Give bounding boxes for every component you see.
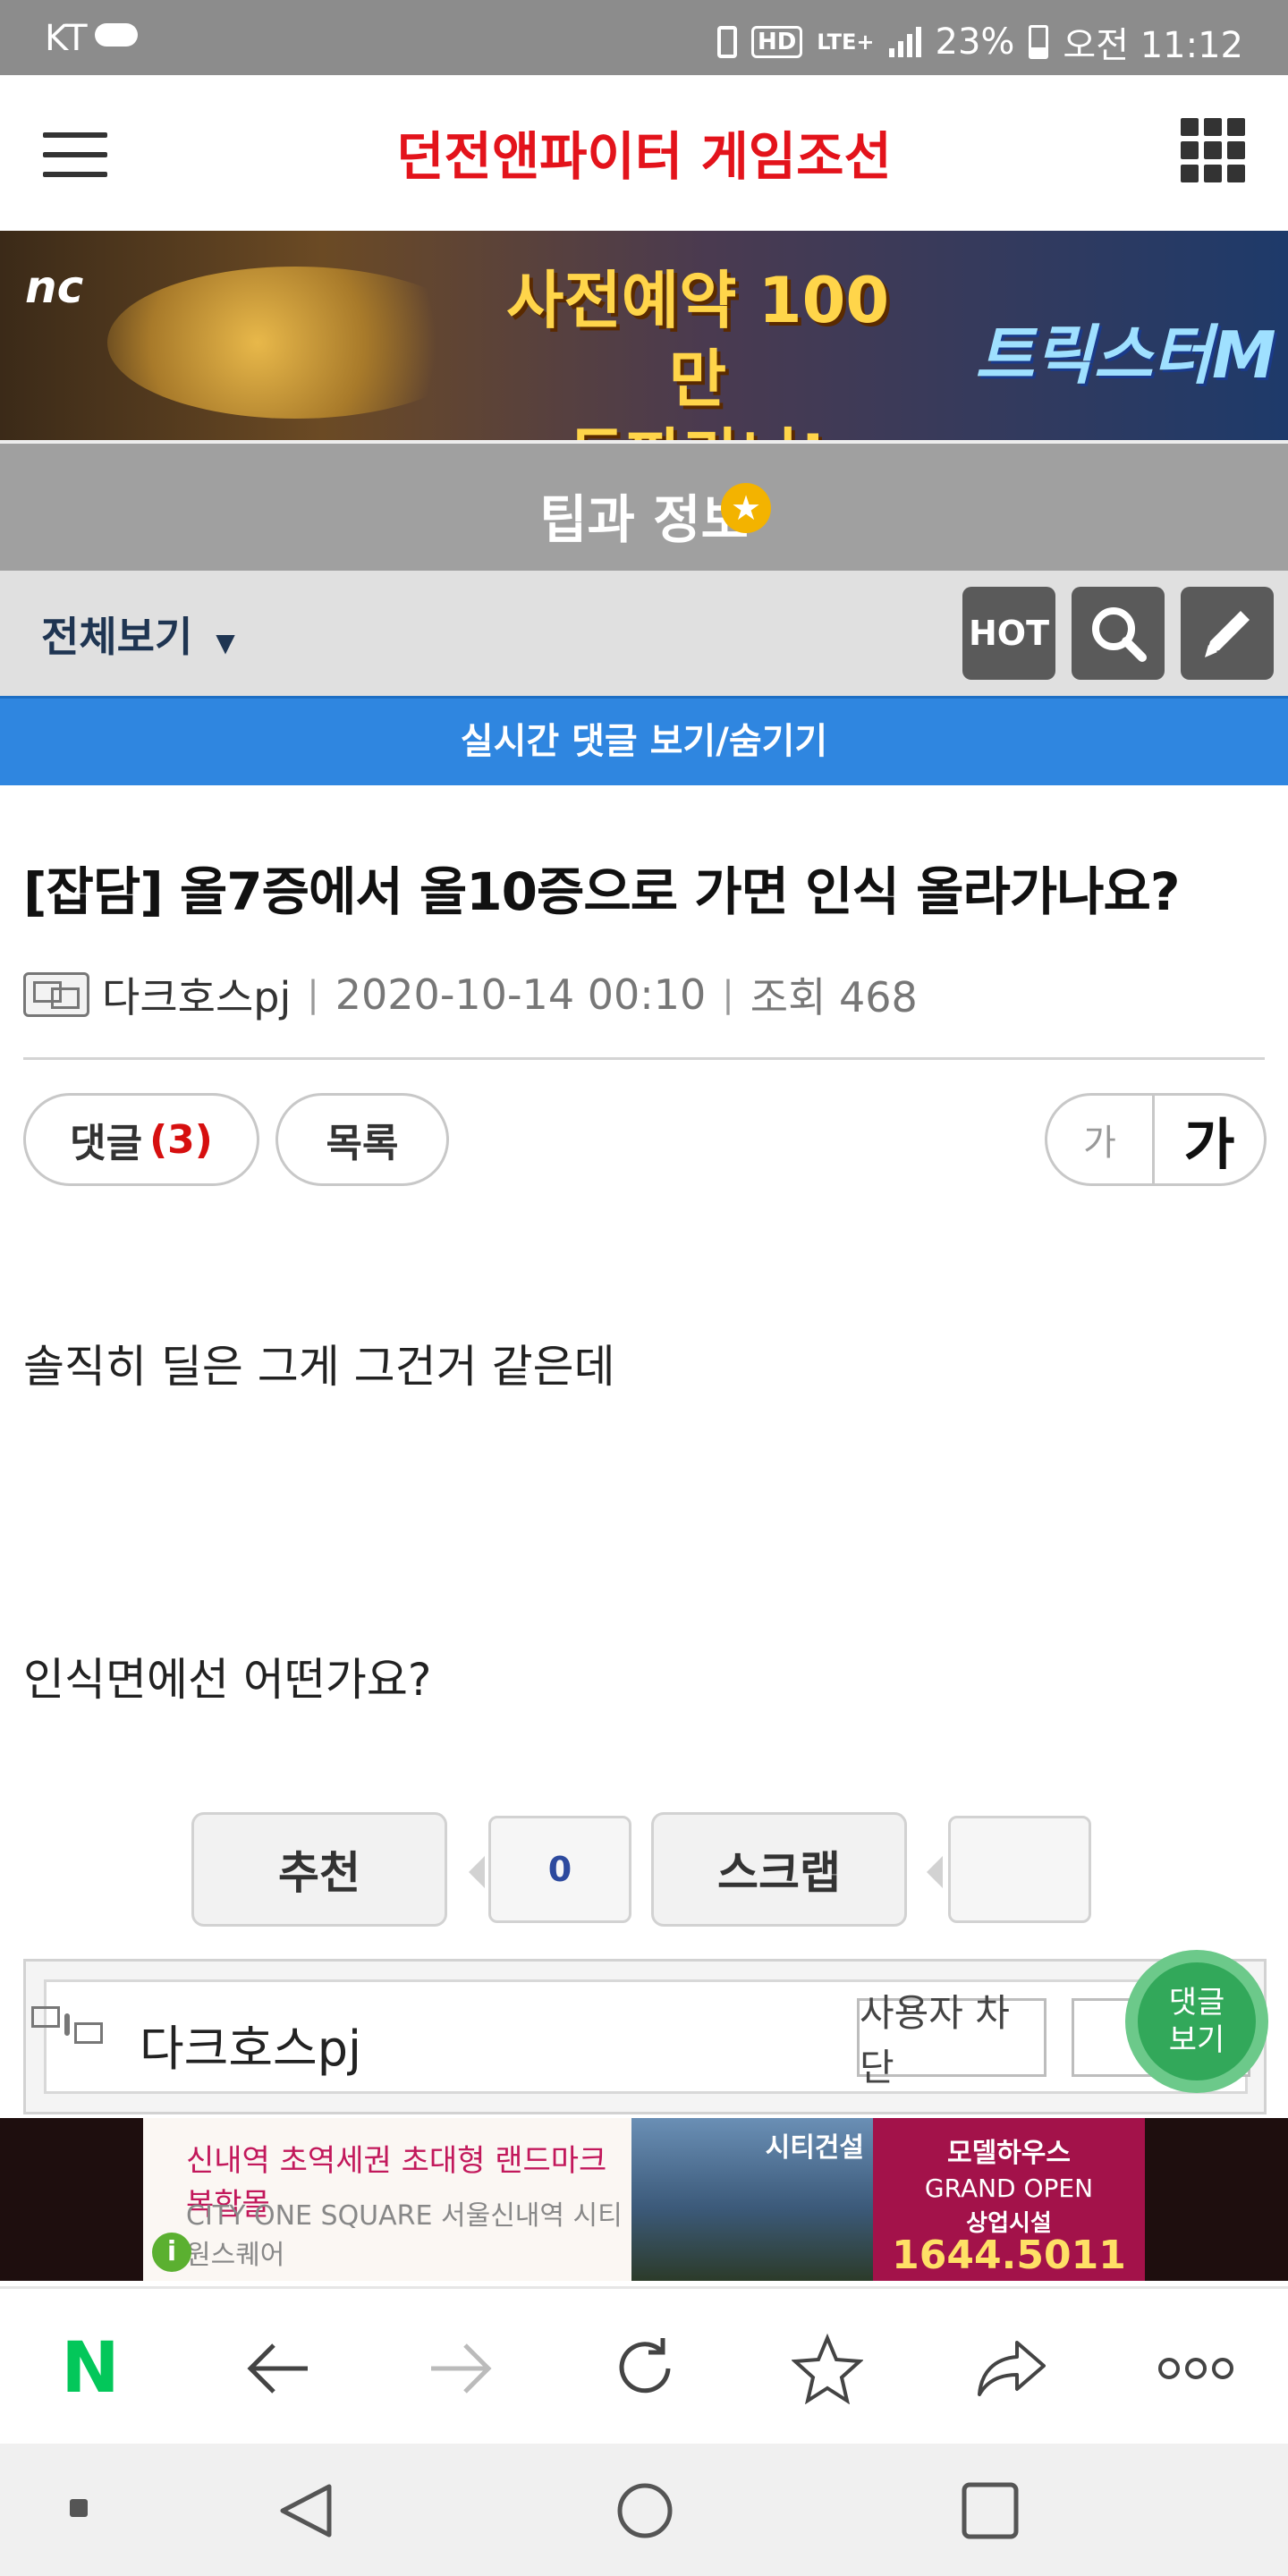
ad-headline: 사전예약 100만 돌파라니!	[501, 261, 894, 440]
scrap-button[interactable]: 스크랩	[651, 1812, 907, 1927]
naver-icon[interactable]: N	[50, 2328, 131, 2409]
user-level-icon	[23, 972, 89, 1017]
scrap-count	[948, 1816, 1091, 1923]
ad-line2: CITY ONE SQUARE 서울신내역 시티원스퀘어	[186, 2200, 623, 2271]
status-bar: KT HD LTE+ 23% 오전 11:12	[0, 0, 1288, 75]
post-body-line: 인식면에선 어떤가요?	[23, 1654, 432, 1706]
ad-open-line2: GRAND OPEN	[924, 2174, 1094, 2203]
more-icon[interactable]	[1156, 2328, 1236, 2409]
nav-home-icon[interactable]	[614, 2479, 676, 2542]
ad-artwork	[107, 267, 483, 419]
view-comments-float-button[interactable]: 댓글 보기	[1125, 1950, 1268, 2093]
banner-ad[interactable]: nc 사전예약 100만 돌파라니! 트릭스터M	[0, 231, 1288, 440]
post-title: [잡담] 올7증에서 올10증으로 가면 인식 올라가나요?	[23, 861, 1181, 922]
clock: 오전 11:12	[1063, 25, 1243, 66]
lte-icon: LTE+	[817, 30, 875, 55]
recommend-button[interactable]: 추천	[191, 1812, 447, 1927]
author-box: 다크호스pj 사용자 차단 쪽지	[23, 1959, 1267, 2114]
browser-toolbar: N	[0, 2286, 1288, 2444]
ad-right-panel: 모델하우스 GRAND OPEN 상업시설 1644.5011	[873, 2118, 1145, 2281]
ad-brand-logo: nc	[25, 261, 84, 313]
list-button[interactable]: 목록	[275, 1093, 449, 1186]
favorite-star-icon[interactable]: ★	[721, 483, 771, 533]
view-all-dropdown[interactable]: 전체보기 ▼	[41, 605, 235, 664]
hot-button[interactable]: HOT	[962, 587, 1055, 680]
view-all-label: 전체보기	[41, 613, 193, 661]
search-icon	[1092, 607, 1147, 662]
font-larger-button[interactable]: 가	[1155, 1096, 1264, 1183]
comments-button[interactable]: 댓글 (3)	[23, 1093, 259, 1186]
post-meta: 다크호스pj | 2020-10-14 00:10 | 조회 468	[23, 966, 918, 1023]
author-box-inner: 다크호스pj 사용자 차단 쪽지	[44, 1979, 1250, 2094]
float-button-line1: 댓글	[1168, 1985, 1225, 2021]
ad-game-logo: 트릭스터M	[975, 318, 1276, 393]
board-title-bar: 팁과 정보	[0, 440, 1288, 571]
site-title[interactable]: 던전앤파이터 게임조선	[0, 114, 1288, 190]
author-box-name[interactable]: 다크호스pj	[140, 2009, 361, 2080]
bottom-ad[interactable]: 신내역 초역세권 초대형 랜드마크 복합몰 CITY ONE SQUARE 서울…	[0, 2118, 1288, 2281]
font-smaller-button[interactable]: 가	[1047, 1096, 1155, 1183]
author-name[interactable]: 다크호스pj	[102, 965, 291, 1024]
ad-headline-line1: 사전예약 100만	[505, 264, 890, 416]
notification-dot-icon[interactable]	[70, 2499, 88, 2517]
post-date: 2020-10-14 00:10	[335, 970, 707, 1019]
battery-icon	[1029, 25, 1049, 59]
count-pointer	[927, 1856, 943, 1888]
bookmark-icon[interactable]	[787, 2328, 868, 2409]
block-user-button[interactable]: 사용자 차단	[857, 1991, 1046, 2089]
status-icons: HD LTE+ 23% 오전 11:12	[716, 16, 1243, 68]
board-toolbar: 전체보기 ▼ HOT	[0, 571, 1288, 696]
meta-separator: |	[307, 974, 319, 1015]
apps-grid-icon[interactable]	[1181, 118, 1245, 182]
nav-recents-icon[interactable]	[959, 2479, 1021, 2542]
divider	[23, 1057, 1265, 1060]
back-icon[interactable]	[238, 2328, 318, 2409]
carrier-label: KT	[45, 18, 88, 59]
float-button-line2: 보기	[1168, 2022, 1225, 2058]
ad-open-line1: 모델하우스	[947, 2138, 1071, 2169]
ad-builder: 시티건설	[765, 2132, 864, 2164]
count-pointer	[469, 1856, 485, 1888]
system-nav-bar	[0, 2444, 1288, 2576]
share-icon[interactable]	[971, 2328, 1052, 2409]
ad-info-icon[interactable]: i	[152, 2233, 191, 2272]
post-body-line: 솔직히 딜은 그게 그건거 같은데	[23, 1341, 615, 1393]
ad-phone-number: 1644.5011	[892, 2233, 1126, 2278]
recommend-count: 0	[488, 1816, 631, 1923]
battery-percent: 23%	[935, 21, 1015, 63]
site-header: 던전앤파이터 게임조선	[0, 75, 1288, 231]
view-count: 조회 468	[750, 973, 918, 1021]
pencil-icon	[1205, 611, 1250, 657]
ad-headline-line2: 돌파라니!	[501, 419, 894, 440]
signal-icon	[888, 27, 921, 57]
realtime-comments-toggle[interactable]: 실시간 댓글 보기/숨기기	[0, 696, 1288, 785]
cloud-icon	[95, 23, 138, 47]
forward-icon[interactable]	[420, 2328, 501, 2409]
comments-label: 댓글	[70, 1121, 143, 1166]
ad-phone: 상업시설 1644.5011	[873, 2211, 1145, 2275]
reload-icon[interactable]	[605, 2328, 685, 2409]
dropdown-caret-icon: ▼	[216, 628, 235, 657]
vibrate-icon	[716, 26, 737, 58]
user-level-icon	[64, 2013, 70, 2036]
font-size-toggle: 가 가	[1045, 1093, 1267, 1186]
meta-separator: |	[722, 974, 734, 1015]
write-button[interactable]	[1181, 587, 1274, 680]
board-title: 팁과 정보	[539, 489, 749, 550]
ad-left-panel: 신내역 초역세권 초대형 랜드마크 복합몰 CITY ONE SQUARE 서울…	[143, 2118, 631, 2281]
search-button[interactable]	[1072, 587, 1165, 680]
ad-building-image: 시티건설	[631, 2118, 873, 2281]
hd-icon: HD	[750, 26, 803, 58]
nav-back-icon[interactable]	[275, 2479, 338, 2542]
comments-count: (3)	[149, 1116, 213, 1163]
